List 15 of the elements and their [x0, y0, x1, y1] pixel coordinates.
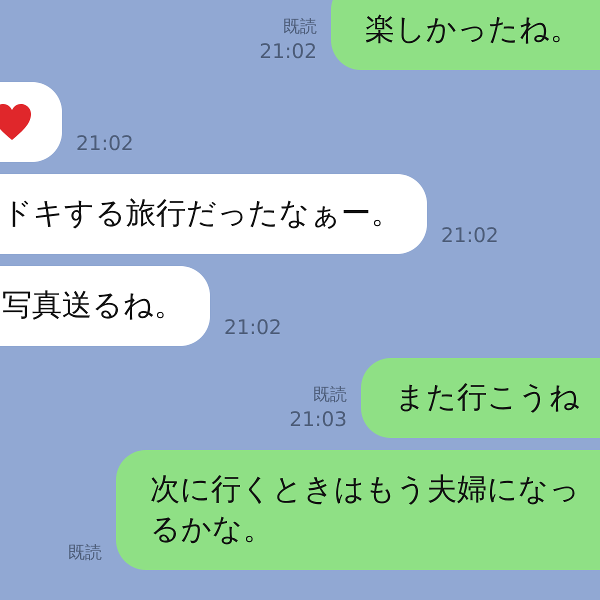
read-receipt: 既読	[68, 542, 102, 564]
received-message: ドキする旅行だったなぁー。	[0, 174, 427, 254]
message-line: るかな。	[150, 511, 274, 549]
sent-message: また行こうね	[361, 358, 600, 438]
read-receipt: 既読	[283, 16, 317, 38]
message-time: 21:02	[76, 130, 134, 156]
received-message: 写真送るね。	[0, 266, 210, 346]
message-line: 次に行くときはもう夫婦になっ	[150, 471, 580, 509]
message-time: 21:03	[289, 406, 347, 432]
read-receipt: 既読	[313, 384, 347, 406]
message-time: 21:02	[441, 222, 499, 248]
message-time: 21:02	[224, 314, 282, 340]
heart-icon	[0, 103, 32, 141]
sent-message: 楽しかったね。	[331, 0, 600, 70]
message-time: 21:02	[259, 38, 317, 64]
